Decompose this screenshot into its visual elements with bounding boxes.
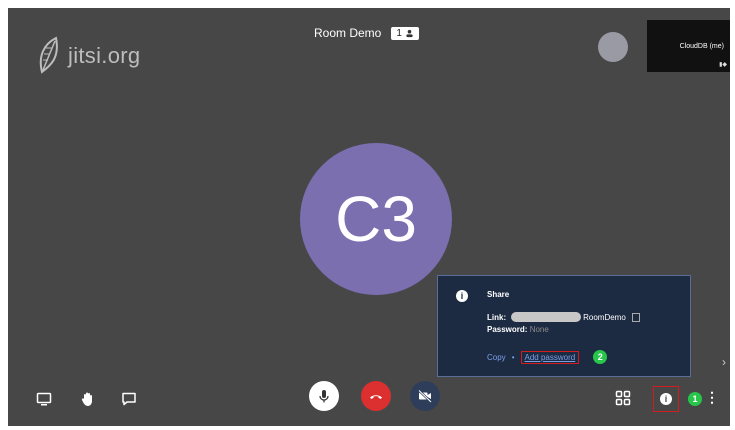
password-row: Password: None [487, 325, 549, 334]
share-info-popup: i Share Link: RoomDemo Password: None Co… [437, 275, 691, 377]
microphone-button[interactable] [309, 381, 339, 411]
tile-view-icon [615, 390, 631, 406]
share-actions: Copy • Add password 2 [487, 350, 608, 364]
step-badge-2: 2 [593, 350, 608, 364]
share-title: Share [487, 290, 510, 299]
participants-icon [406, 29, 413, 37]
raise-hand-icon [81, 392, 92, 406]
link-label: Link: [487, 312, 507, 322]
meeting-stage: jitsi.org Room Demo 1 CloudDB (me) ▮◆ C3… [8, 8, 730, 426]
copy-link[interactable]: Copy [487, 353, 506, 362]
password-label: Password: [487, 325, 528, 334]
tile-view-button[interactable] [612, 387, 634, 409]
raise-hand-button[interactable] [78, 389, 98, 409]
blurred-link-url [511, 312, 582, 322]
video-off-icon [418, 389, 432, 403]
avatar-initials: C3 [335, 183, 417, 255]
jitsi-leaf-icon [39, 36, 58, 74]
remote-participant-avatar[interactable] [598, 32, 628, 62]
participant-count: 1 [396, 27, 402, 39]
more-icon[interactable]: ⋮ [705, 389, 719, 406]
hangup-button[interactable] [361, 381, 391, 411]
mic-muted-icon: ▮◆ [719, 62, 727, 68]
step-badge-1: 1 [688, 392, 702, 406]
info-icon: i [456, 290, 468, 302]
chevron-right-icon[interactable]: › [722, 355, 726, 369]
microphone-icon [319, 390, 329, 403]
logo-text: jitsi.org [68, 43, 141, 68]
screen-share-button[interactable] [34, 389, 54, 409]
meeting-toolbar: i 1 ⋮ [8, 375, 730, 426]
chat-button[interactable] [119, 389, 139, 409]
meeting-title: Room Demo 1 [314, 26, 419, 40]
password-value: None [529, 325, 549, 334]
screen-share-icon [36, 392, 52, 406]
participant-count-badge[interactable]: 1 [391, 26, 419, 40]
self-view-thumbnail[interactable]: CloudDB (me) ▮◆ [647, 20, 730, 72]
meeting-link-row: Link: RoomDemo [487, 312, 640, 322]
meeting-info-button[interactable]: i [653, 386, 679, 412]
copy-icon[interactable] [631, 312, 640, 322]
jitsi-logo[interactable]: jitsi.org [36, 36, 140, 76]
info-icon: i [660, 393, 672, 405]
hangup-icon [370, 395, 382, 399]
action-separator: • [511, 352, 515, 362]
link-value[interactable]: RoomDemo [583, 313, 626, 322]
room-name: Room Demo [314, 26, 382, 40]
chat-icon [122, 392, 136, 406]
camera-toggle-button[interactable] [410, 381, 440, 411]
add-password-link[interactable]: Add password [520, 350, 580, 364]
main-participant-avatar: C3 [300, 143, 452, 295]
self-view-name: CloudDB (me) [679, 43, 724, 50]
